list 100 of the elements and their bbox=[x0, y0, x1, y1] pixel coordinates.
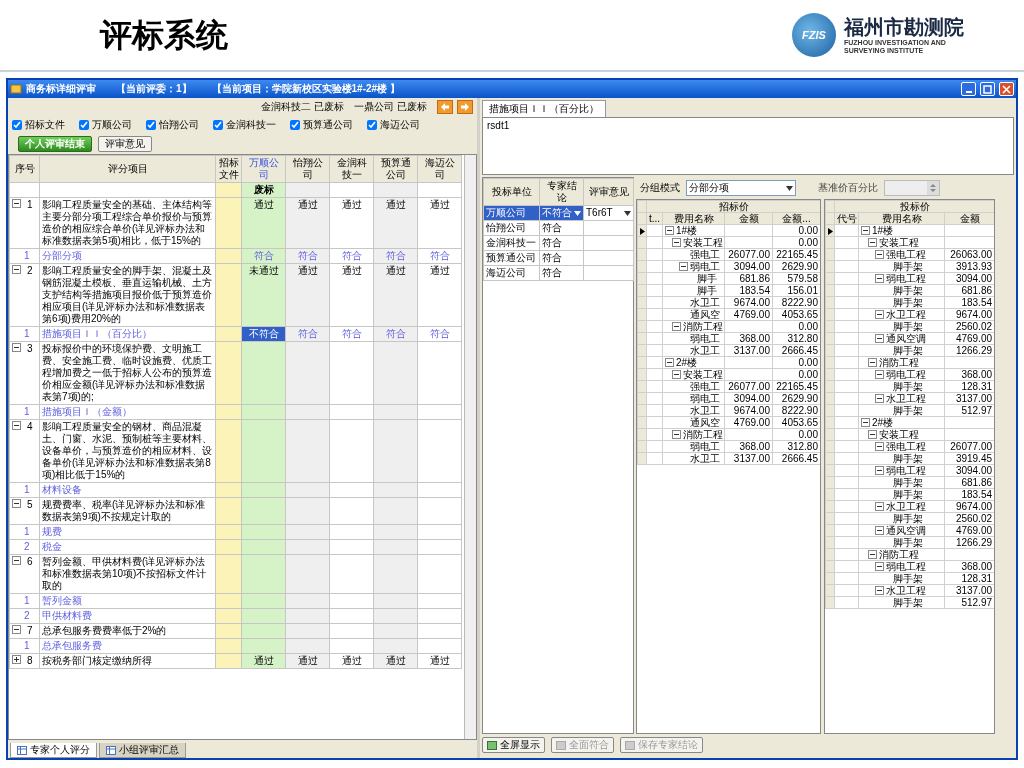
collapse-toggle[interactable] bbox=[12, 265, 21, 274]
amount-cell: 128.31 bbox=[944, 380, 994, 393]
table-cell[interactable]: 分部分项 bbox=[39, 248, 216, 264]
table-cell: 总承包服务费费率低于2%的 bbox=[39, 623, 216, 639]
close-button[interactable] bbox=[999, 82, 1014, 96]
row-pointer-icon bbox=[640, 227, 645, 235]
collapse-toggle[interactable] bbox=[875, 334, 884, 343]
button-label: 全面符合 bbox=[569, 739, 609, 751]
amount-cell: 4053.65 bbox=[772, 308, 820, 321]
group-header: 投标价 bbox=[834, 200, 994, 213]
collapse-toggle[interactable] bbox=[12, 199, 21, 208]
collapse-toggle[interactable] bbox=[679, 262, 688, 271]
checkbox[interactable] bbox=[146, 120, 156, 130]
table-cell[interactable]: 税金 bbox=[39, 539, 216, 555]
table-cell[interactable]: 规费 bbox=[39, 524, 216, 540]
column-header[interactable]: 万顺公司 bbox=[241, 155, 286, 183]
tab[interactable]: 小组评审汇总 bbox=[99, 743, 186, 758]
amount-cell: 2560.02 bbox=[944, 320, 994, 333]
table-cell[interactable]: 措施项目Ｉ（金额） bbox=[39, 404, 216, 420]
column-header[interactable]: 金润科技一 bbox=[329, 155, 374, 183]
collapse-toggle[interactable] bbox=[12, 421, 21, 430]
table-cell: 规费费率、税率(详见评标办法和标准数据表第9项)不按规定计取的 bbox=[39, 497, 216, 525]
next-button[interactable] bbox=[457, 100, 473, 114]
row-number: 2 bbox=[24, 541, 30, 552]
collapse-toggle[interactable] bbox=[861, 418, 870, 427]
table-cell[interactable]: 措施项目ＩＩ（百分比） bbox=[39, 326, 216, 342]
collapse-toggle[interactable] bbox=[12, 556, 21, 565]
collapse-toggle[interactable] bbox=[868, 238, 877, 247]
column-header[interactable]: 海迈公司 bbox=[417, 155, 462, 183]
collapse-toggle[interactable] bbox=[665, 226, 674, 235]
table-cell[interactable]: 材料设备 bbox=[39, 482, 216, 498]
collapse-toggle[interactable] bbox=[875, 370, 884, 379]
amount-cell: 2629.90 bbox=[772, 260, 820, 273]
previous-button[interactable] bbox=[437, 100, 453, 114]
table-cell: 按税务部门核定缴纳所得 bbox=[39, 653, 216, 669]
column-header[interactable]: 序号 bbox=[9, 155, 40, 183]
collapse-toggle[interactable] bbox=[875, 562, 884, 571]
amount-cell: 4769.00 bbox=[944, 524, 994, 537]
collapse-toggle[interactable] bbox=[868, 358, 877, 367]
row-number: 1 bbox=[24, 484, 30, 495]
collapse-toggle[interactable] bbox=[875, 250, 884, 259]
checkbox[interactable] bbox=[79, 120, 89, 130]
table-cell: 通过 bbox=[285, 263, 330, 327]
table-cell[interactable]: 预算通公司 bbox=[483, 250, 540, 266]
maximize-button[interactable] bbox=[980, 82, 995, 96]
dropdown-value: 不符合 bbox=[542, 207, 572, 219]
collapse-toggle[interactable] bbox=[665, 358, 674, 367]
collapse-toggle[interactable] bbox=[861, 226, 870, 235]
collapse-toggle[interactable] bbox=[672, 322, 681, 331]
checkbox[interactable] bbox=[12, 120, 22, 130]
collapse-toggle[interactable] bbox=[672, 238, 681, 247]
collapse-toggle[interactable] bbox=[875, 586, 884, 595]
table-cell[interactable]: 暂列金额 bbox=[39, 593, 216, 609]
collapse-toggle[interactable] bbox=[12, 499, 21, 508]
amount-cell: 3137.00 bbox=[944, 584, 994, 597]
collapse-toggle[interactable] bbox=[868, 550, 877, 559]
checkbox[interactable] bbox=[290, 120, 300, 130]
collapse-toggle[interactable] bbox=[875, 442, 884, 451]
group-mode-select[interactable]: 分部分项 bbox=[686, 180, 796, 196]
scrollbar[interactable] bbox=[464, 155, 476, 739]
column-header[interactable]: 预算通公司 bbox=[373, 155, 418, 183]
table-cell[interactable]: 海迈公司 bbox=[483, 265, 540, 281]
collapse-toggle[interactable] bbox=[875, 394, 884, 403]
table-cell[interactable]: 金润科技一 bbox=[483, 235, 540, 251]
amount-cell: 9674.00 bbox=[724, 296, 773, 309]
table-cell[interactable]: 总承包服务费 bbox=[39, 638, 216, 654]
amount-cell: 4769.00 bbox=[724, 308, 773, 321]
minimize-button[interactable] bbox=[961, 82, 976, 96]
checkbox[interactable] bbox=[367, 120, 377, 130]
column-header[interactable]: 评分项目 bbox=[39, 155, 216, 183]
amount-cell: 4769.00 bbox=[724, 416, 773, 429]
window-title: 商务标详细评审 bbox=[26, 83, 96, 95]
collapse-toggle[interactable] bbox=[875, 310, 884, 319]
action-button[interactable]: 评审意见 bbox=[98, 136, 152, 152]
collapse-toggle[interactable] bbox=[672, 370, 681, 379]
collapse-toggle[interactable] bbox=[868, 430, 877, 439]
column-header[interactable]: 招标文件 bbox=[215, 155, 242, 183]
collapse-toggle[interactable] bbox=[12, 655, 21, 664]
tab[interactable]: 措施项目ＩＩ（百分比） bbox=[482, 100, 606, 117]
collapse-toggle[interactable] bbox=[875, 274, 884, 283]
collapse-toggle[interactable] bbox=[875, 526, 884, 535]
table-cell: 通过 bbox=[241, 197, 286, 249]
amount-cell: 128.31 bbox=[944, 572, 994, 585]
table-cell[interactable]: 甲供材料费 bbox=[39, 608, 216, 624]
amount-cell: 3919.45 bbox=[944, 452, 994, 465]
action-button[interactable]: 全屏显示 bbox=[482, 737, 545, 753]
checkbox[interactable] bbox=[213, 120, 223, 130]
collapse-toggle[interactable] bbox=[12, 343, 21, 352]
tab[interactable]: 专家个人评分 bbox=[10, 743, 97, 758]
amount-cell: 26063.00 bbox=[944, 248, 994, 261]
collapse-toggle[interactable] bbox=[672, 430, 681, 439]
column-header: 投标单位 bbox=[483, 178, 540, 206]
checkbox-label: 怡翔公司 bbox=[159, 119, 199, 131]
table-cell[interactable]: 怡翔公司 bbox=[483, 220, 540, 236]
amount-cell: 22165.45 bbox=[772, 380, 820, 393]
table-icon bbox=[17, 745, 27, 755]
collapse-toggle[interactable] bbox=[12, 625, 21, 634]
column-header[interactable]: 怡翔公司 bbox=[285, 155, 330, 183]
collapse-toggle[interactable] bbox=[875, 466, 884, 475]
collapse-toggle[interactable] bbox=[875, 502, 884, 511]
